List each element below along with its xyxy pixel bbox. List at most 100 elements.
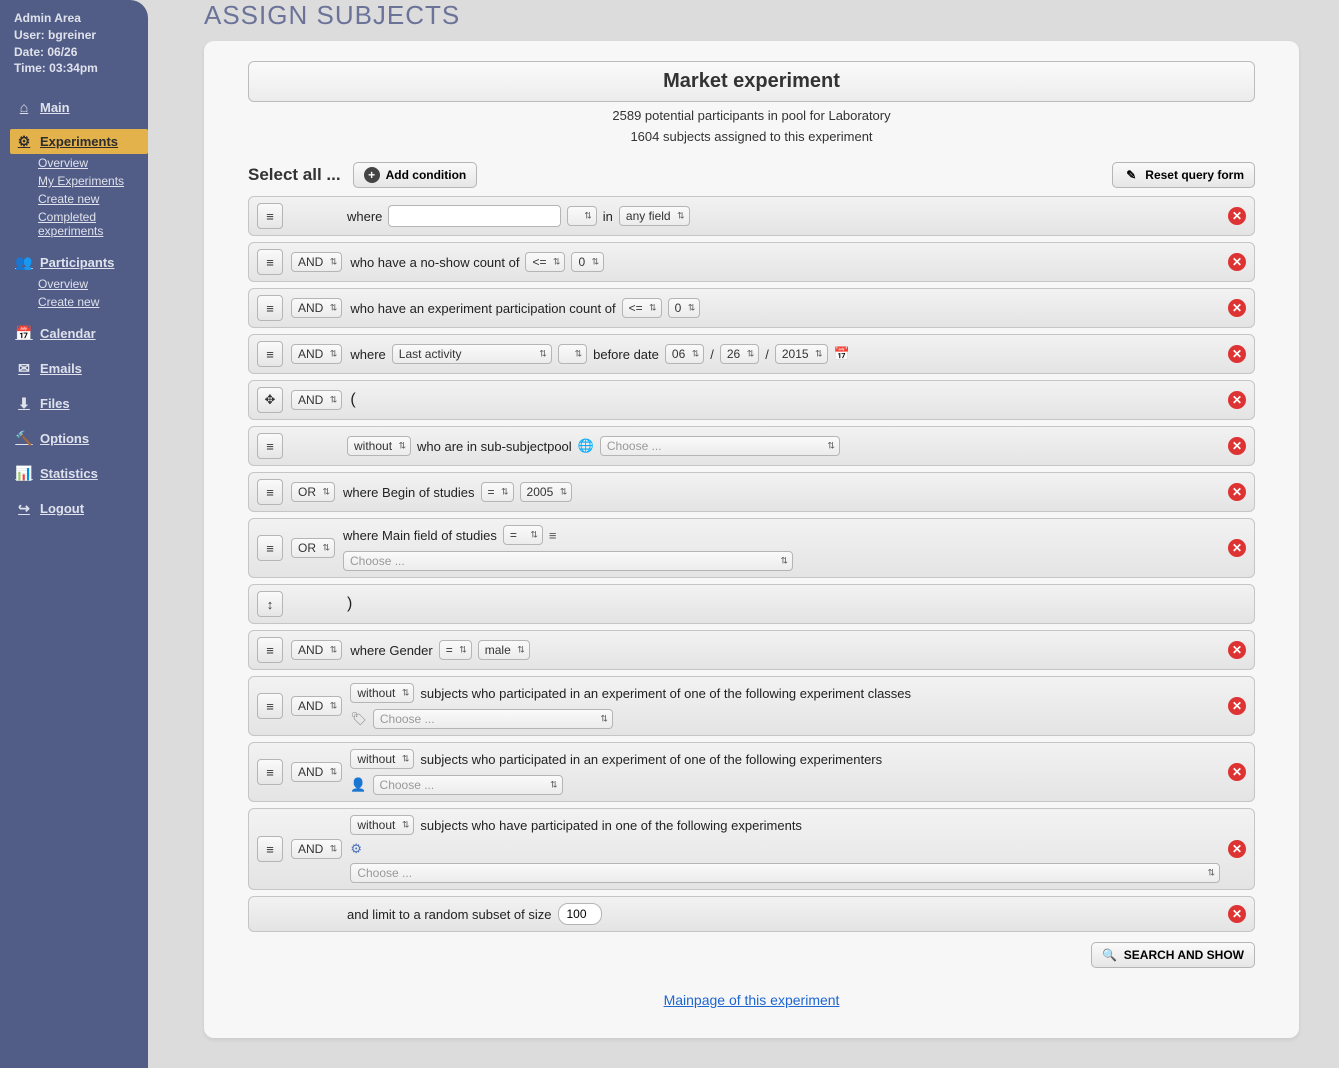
nav-experiments-overview[interactable]: Overview [10,154,148,172]
menu-icon: ≡ [266,301,274,316]
nav-statistics[interactable]: 📊Statistics [10,461,148,486]
condition-row: ≡ AND where Last activity before date 06… [248,334,1255,374]
drag-handle[interactable]: ≡ [257,535,283,561]
nav-experiments-create[interactable]: Create new [10,190,148,208]
condition-row: ≡ without who are in sub-subjectpool 🌐 C… [248,426,1255,466]
remove-icon[interactable]: ✕ [1228,253,1246,271]
date-field-select[interactable]: Last activity [392,344,552,364]
logic-select[interactable]: AND [291,344,342,364]
move-icon: ✥ [265,392,276,408]
logic-select[interactable]: AND [291,696,342,716]
home-icon: ⌂ [16,99,32,115]
field-select[interactable]: any field [619,206,690,226]
remove-icon[interactable]: ✕ [1228,539,1246,557]
date-op-select[interactable] [558,344,587,364]
menu-icon: ≡ [266,485,274,500]
drag-handle[interactable]: ≡ [257,203,283,229]
drag-handle[interactable]: ≡ [257,433,283,459]
match-select[interactable] [567,206,596,226]
logic-select[interactable]: AND [291,762,342,782]
nav-emails[interactable]: ✉Emails [10,356,148,381]
remove-icon[interactable]: ✕ [1228,905,1246,923]
remove-icon[interactable]: ✕ [1228,840,1246,858]
without-select[interactable]: without [350,815,414,835]
logic-select[interactable]: OR [291,482,335,502]
remove-icon[interactable]: ✕ [1228,437,1246,455]
drag-handle[interactable]: ≡ [257,637,283,663]
gender-select[interactable]: male [478,640,530,660]
nav-options[interactable]: 🔨Options [10,426,148,451]
drag-handle[interactable]: ≡ [257,341,283,367]
compare-select[interactable]: = [439,640,472,660]
menu-icon: ≡ [266,255,274,270]
experiment-class-select[interactable]: Choose ... [373,709,613,729]
nav-participants-create[interactable]: Create new [10,293,148,311]
where-text-input[interactable] [388,205,561,227]
drag-handle[interactable]: ↕ [257,591,283,617]
list-icon[interactable]: ≡ [549,528,557,543]
query-card: Market experiment 2589 potential partici… [204,41,1299,1038]
year-select[interactable]: 2015 [775,344,828,364]
field-of-study-select[interactable]: Choose ... [343,551,793,571]
nav-main[interactable]: ⌂Main [10,95,148,119]
remove-icon[interactable]: ✕ [1228,483,1246,501]
month-select[interactable]: 06 [665,344,704,364]
nav-calendar[interactable]: 📅Calendar [10,321,148,346]
nav-experiments-my[interactable]: My Experiments [10,172,148,190]
nav-experiments-completed[interactable]: Completed experiments [10,208,148,240]
logic-select[interactable]: OR [291,538,335,558]
reset-query-button[interactable]: ✎ Reset query form [1112,162,1255,188]
menu-icon: ≡ [266,699,274,714]
remove-icon[interactable]: ✕ [1228,763,1246,781]
logic-select[interactable]: AND [291,252,342,272]
search-show-button[interactable]: 🔍 SEARCH AND SHOW [1091,942,1255,968]
vertical-resize-icon: ↕ [267,597,274,612]
remove-icon[interactable]: ✕ [1228,641,1246,659]
remove-icon[interactable]: ✕ [1228,391,1246,409]
experiment-select[interactable]: Choose ... [350,863,1220,883]
menu-icon: ≡ [266,439,274,454]
nav-experiments[interactable]: ⚙Experiments [10,129,148,154]
mainpage-link[interactable]: Mainpage of this experiment [664,992,840,1008]
without-select[interactable]: without [347,436,411,456]
remove-icon[interactable]: ✕ [1228,697,1246,715]
calendar-picker-icon[interactable]: 📅 [834,346,850,362]
limit-input[interactable] [558,903,602,925]
drag-handle[interactable]: ✥ [257,387,283,413]
experimenter-select[interactable]: Choose ... [373,775,563,795]
remove-icon[interactable]: ✕ [1228,345,1246,363]
day-select[interactable]: 26 [720,344,759,364]
year-select[interactable]: 2005 [520,482,573,502]
calendar-icon: 📅 [16,325,32,342]
value-select[interactable]: 0 [571,252,604,272]
logic-select[interactable]: AND [291,298,342,318]
subpool-select[interactable]: Choose ... [600,436,840,456]
drag-handle[interactable]: ≡ [257,479,283,505]
nav-participants-overview[interactable]: Overview [10,275,148,293]
drag-handle[interactable]: ≡ [257,295,283,321]
drag-handle[interactable]: ≡ [257,249,283,275]
remove-icon[interactable]: ✕ [1228,299,1246,317]
logic-select[interactable]: AND [291,839,342,859]
nav-files[interactable]: ⬇Files [10,391,148,416]
drag-handle[interactable]: ≡ [257,693,283,719]
nav-participants[interactable]: 👥Participants [10,250,148,275]
eraser-icon: ✎ [1123,167,1139,183]
remove-icon[interactable]: ✕ [1228,207,1246,225]
without-select[interactable]: without [350,749,414,769]
drag-handle[interactable]: ≡ [257,836,283,862]
without-select[interactable]: without [350,683,414,703]
menu-icon: ≡ [266,541,274,556]
chart-icon: 📊 [16,465,32,482]
compare-select[interactable]: = [481,482,514,502]
compare-select[interactable]: <= [525,252,565,272]
value-select[interactable]: 0 [668,298,701,318]
drag-handle[interactable]: ≡ [257,759,283,785]
logic-select[interactable]: AND [291,390,342,410]
nav-logout[interactable]: ↪Logout [10,496,148,521]
compare-select[interactable]: = [503,525,543,545]
condition-row: ≡ OR where Main field of studies = ≡ Cho… [248,518,1255,578]
add-condition-button[interactable]: + Add condition [353,162,478,188]
logic-select[interactable]: AND [291,640,342,660]
compare-select[interactable]: <= [622,298,662,318]
